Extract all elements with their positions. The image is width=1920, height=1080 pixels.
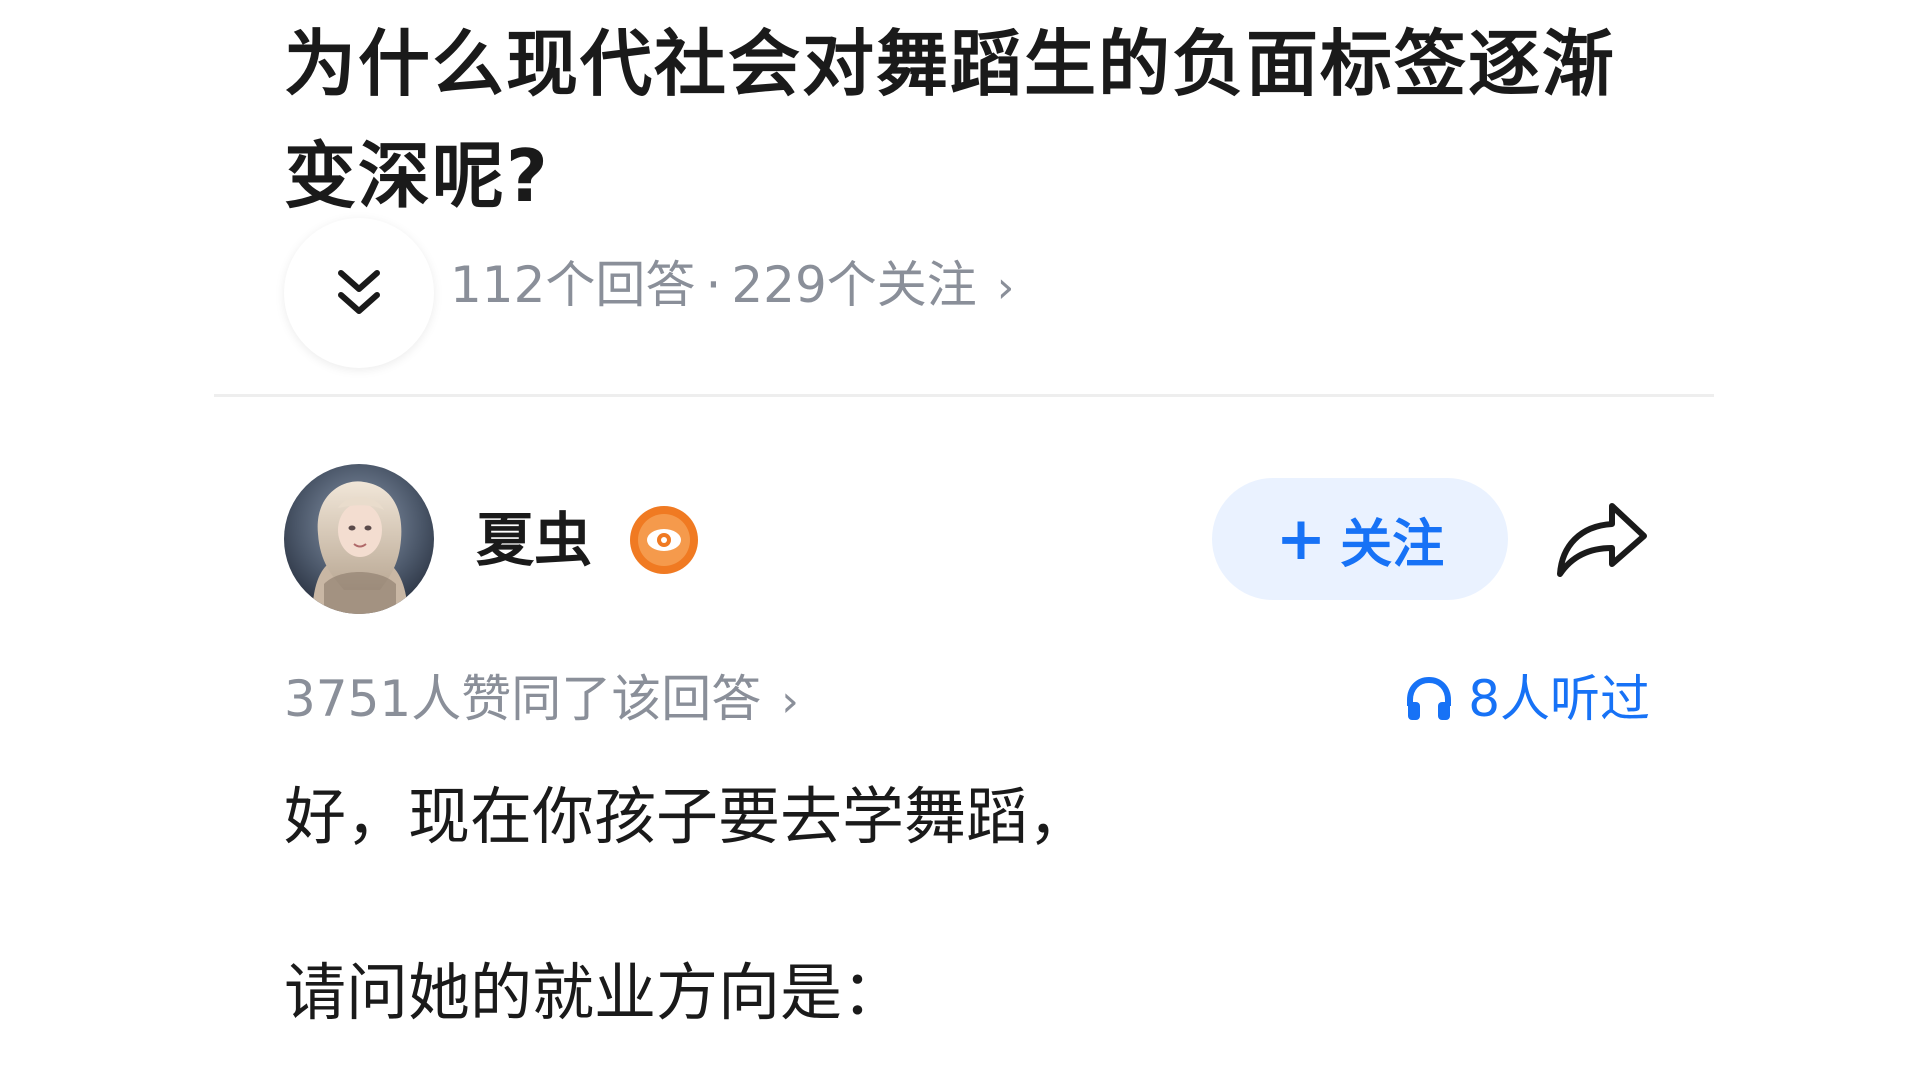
follow-label: 关注: [1340, 514, 1445, 575]
answer-count: 112个回答: [450, 256, 696, 314]
answer-paragraph: 请问她的就业方向是：: [284, 956, 905, 1029]
share-icon[interactable]: [1554, 498, 1650, 582]
follower-count: 229个关注: [731, 256, 977, 314]
chevron-right-icon: ›: [996, 262, 1015, 313]
chevron-right-icon: ›: [781, 676, 799, 727]
question-stats-link[interactable]: 112个回答 · 229个关注 ›: [450, 250, 1014, 323]
plus-icon: +: [1275, 504, 1327, 574]
meta-separator: ·: [705, 256, 722, 314]
headphones-icon: [1407, 676, 1452, 720]
avatar-image: [284, 464, 434, 614]
orange-eye-badge-icon: [630, 506, 698, 574]
section-divider: [214, 394, 1714, 397]
listen-count-link[interactable]: 8人听过: [1404, 664, 1650, 734]
expand-question-button[interactable]: [284, 218, 434, 368]
author-name[interactable]: 夏虫: [476, 500, 592, 580]
answer-paragraph: 好，现在你孩子要去学舞蹈，: [284, 780, 1091, 853]
answer-page: 为什么现代社会对舞蹈生的负面标签逐渐变深呢? 112个回答·229个关注 ›: [0, 0, 1920, 1080]
author-avatar[interactable]: [284, 464, 434, 614]
question-title[interactable]: 为什么现代社会对舞蹈生的负面标签逐渐变深呢?: [284, 8, 1664, 232]
listen-count: 8人听过: [1468, 670, 1650, 728]
upvote-count-link[interactable]: 3751人赞同了该回答 ›: [284, 664, 799, 737]
upvote-count: 3751人赞同了该回答: [284, 670, 762, 728]
double-chevron-down-icon: [338, 270, 380, 314]
follow-button[interactable]: + 关注: [1212, 478, 1508, 600]
